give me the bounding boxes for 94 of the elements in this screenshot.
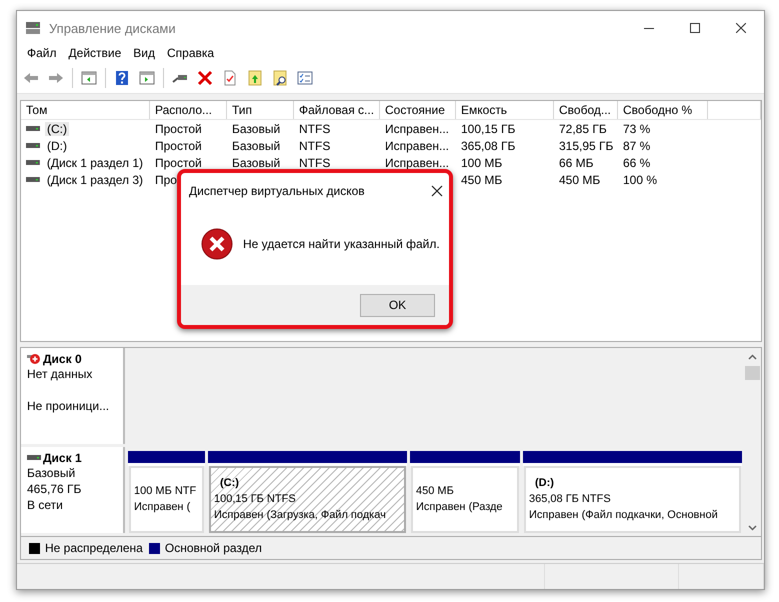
drive-icon [26, 141, 40, 150]
table-cell: 72,85 ГБ [559, 122, 607, 136]
error-icon [201, 228, 233, 260]
table-cell: Базовый [232, 138, 280, 152]
scroll-down-icon[interactable] [748, 524, 757, 530]
menu-item[interactable]: Вид [127, 45, 161, 63]
partition-size: 100,15 ГБ NTFS [214, 492, 297, 508]
column-header[interactable]: Файловая с... [294, 101, 380, 119]
table-cell: 450 МБ [461, 172, 502, 186]
dialog-close-button[interactable] [431, 185, 443, 197]
partition[interactable]: (C:) 100,15 ГБ NTFS Исправен (Загрузка, Файл подкач [209, 466, 406, 533]
close-icon[interactable] [736, 23, 746, 33]
table-cell: Простой [155, 122, 202, 136]
drive-icon [27, 453, 41, 462]
table-cell: Базовый [232, 122, 280, 136]
checked-document-icon[interactable] [222, 70, 238, 86]
partition[interactable]: 100 МБ NTF Исправен ( [129, 466, 204, 533]
column-header[interactable]: Располо... [150, 101, 227, 119]
window-title: Управление дисками [49, 20, 177, 36]
table-cell: Простой [155, 156, 202, 170]
scroll-up-icon[interactable] [748, 354, 757, 360]
column-header[interactable]: Свобод... [554, 101, 618, 119]
partition[interactable]: (D:) 365,08 ГБ NTFS Исправен (Файл подкачки, Основной [524, 466, 741, 533]
column-header[interactable]: Тип [227, 101, 294, 119]
partition-size: 450 МБ [416, 484, 455, 500]
disk-detail: В сети [27, 496, 64, 513]
table-cell: 100 % [623, 172, 658, 186]
volume-name[interactable]: (C:) [45, 122, 69, 136]
disk-status: Не проиници... [27, 398, 110, 414]
legend-label: Не распределена [45, 541, 143, 555]
disk-info-panel[interactable]: Диск 0 Нет данных Не проиници... [21, 348, 125, 444]
scrollbar-thumb[interactable] [745, 366, 760, 380]
table-cell: 450 МБ [559, 172, 600, 186]
disk-name: Диск 1 [43, 450, 82, 465]
disk-management-icon [25, 21, 41, 35]
partition-label: (C:) [219, 476, 240, 492]
table-cell: 66 % [623, 156, 650, 170]
partition-status: Исправен ( [134, 500, 192, 516]
table-cell: 100,15 ГБ [461, 122, 516, 136]
volume-name[interactable]: (Диск 1 раздел 3) [44, 172, 145, 186]
partition-status: Исправен (Загрузка, Файл подкач [214, 508, 387, 524]
column-header[interactable]: Состояние [380, 101, 456, 119]
disk-detail: Базовый [27, 464, 76, 481]
table-cell: NTFS [299, 138, 330, 152]
disk-detail: Нет данных [27, 366, 94, 382]
drive-icon [26, 175, 40, 184]
table-cell: 365,08 ГБ [461, 138, 516, 152]
table-cell: NTFS [299, 122, 330, 136]
disk-error-icon [27, 353, 41, 365]
folder-up-icon[interactable] [247, 70, 263, 86]
volume-name[interactable]: (D:) [45, 138, 69, 152]
column-header[interactable]: Емкость [456, 101, 554, 119]
partition[interactable]: 450 МБ Исправен (Разде [411, 466, 519, 533]
delete-icon[interactable] [197, 70, 213, 86]
table-cell: Исправен... [385, 156, 450, 170]
menu-item[interactable]: Справка [161, 45, 220, 63]
table-cell: 100 МБ [461, 156, 502, 170]
forward-arrow-icon[interactable] [48, 70, 64, 86]
table-cell: 73 % [623, 122, 650, 136]
table-cell: Базовый [232, 156, 280, 170]
checklist-icon[interactable] [297, 70, 313, 86]
dialog-message: Не удается найти указанный файл. [243, 236, 440, 250]
partition-label: (D:) [534, 476, 555, 492]
table-cell: Простой [155, 138, 202, 152]
partition-size: 100 МБ NTF [134, 484, 198, 500]
folder-search-icon[interactable] [272, 70, 288, 86]
table-cell: 66 МБ [559, 156, 594, 170]
maximize-icon[interactable] [690, 23, 700, 33]
disk-name: Диск 0 [43, 352, 82, 366]
table-cell: NTFS [299, 156, 330, 170]
menu-item[interactable]: Действие [62, 45, 128, 63]
disk-info-panel[interactable]: Диск 1 Базовый 465,76 ГБ В сети [21, 446, 125, 533]
table-cell: Исправен... [385, 122, 450, 136]
menu-item[interactable]: Файл [21, 45, 63, 63]
panel-icon[interactable] [139, 70, 155, 86]
disk-detail: 465,76 ГБ [27, 480, 82, 497]
column-header[interactable]: Свободно % [618, 101, 708, 119]
drive-icon [26, 158, 40, 167]
partition-status: Исправен (Файл подкачки, Основной [529, 508, 719, 524]
table-cell: Про [155, 172, 177, 186]
table-cell: Исправен... [385, 138, 450, 152]
table-cell: 87 % [623, 138, 650, 152]
drive-icon [26, 124, 40, 133]
back-arrow-icon[interactable] [23, 70, 39, 86]
partition-size: 365,08 ГБ NTFS [529, 492, 612, 508]
volume-name[interactable]: (Диск 1 раздел 1) [44, 156, 145, 170]
dialog-title: Диспетчер виртуальных дисков [189, 184, 365, 198]
help-icon[interactable] [114, 70, 130, 86]
partition-status: Исправен (Разде [416, 500, 504, 516]
ok-button[interactable]: OK [360, 294, 435, 316]
panel-icon[interactable] [81, 70, 97, 86]
table-cell: 315,95 ГБ [559, 138, 614, 152]
legend-label: Основной раздел [164, 541, 262, 555]
column-header[interactable]: Том [21, 101, 150, 119]
